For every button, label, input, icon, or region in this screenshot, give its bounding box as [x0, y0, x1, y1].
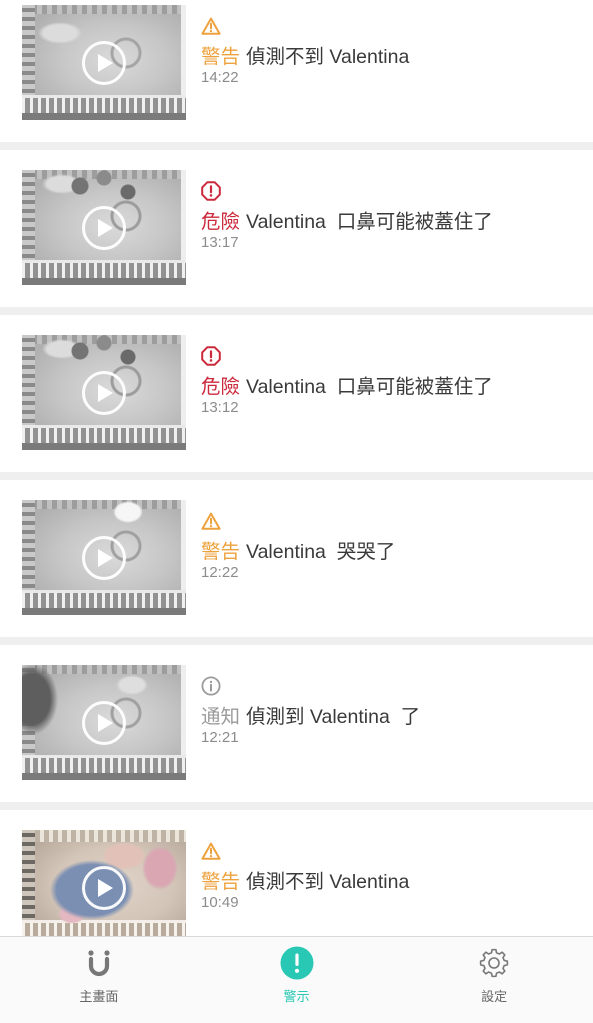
video-thumbnail[interactable]	[22, 830, 186, 936]
alert-icon	[280, 946, 313, 980]
alert-time: 14:22	[201, 69, 239, 86]
danger-icon	[201, 181, 221, 201]
video-thumbnail[interactable]	[22, 335, 186, 450]
alert-item[interactable]: 通知 偵測到 Valentina 了 12:21	[0, 645, 593, 802]
bottom-tab-bar: 主畫面 警示 設定	[0, 936, 593, 1023]
info-icon	[201, 676, 221, 696]
warning-icon	[201, 841, 221, 861]
danger-icon	[201, 346, 221, 366]
alert-time: 13:12	[201, 399, 239, 416]
alert-level-label: 通知	[201, 706, 241, 728]
alert-text: 危險 Valentina 口鼻可能被蓋住了	[201, 375, 493, 400]
alert-message: Valentina 口鼻可能被蓋住了	[246, 376, 493, 398]
alert-item[interactable]: 警告 偵測不到 Valentina 14:22	[0, 0, 593, 142]
video-thumbnail[interactable]	[22, 665, 186, 780]
warning-icon	[201, 16, 221, 36]
play-button[interactable]	[82, 205, 126, 250]
play-button[interactable]	[82, 865, 126, 910]
alert-text: 警告 偵測不到 Valentina	[201, 870, 409, 895]
alert-text: 警告 Valentina 哭哭了	[201, 540, 395, 565]
alert-level-label: 危險	[201, 211, 241, 233]
danger-icon	[201, 346, 221, 366]
video-thumbnail[interactable]	[22, 170, 186, 285]
alert-message: 偵測不到 Valentina	[246, 46, 410, 68]
alert-text: 警告 偵測不到 Valentina	[201, 45, 409, 70]
alert-text: 通知 偵測到 Valentina 了	[201, 705, 420, 730]
alert-time: 12:21	[201, 729, 239, 746]
alert-message: 偵測不到 Valentina	[246, 871, 410, 893]
play-button[interactable]	[82, 535, 126, 580]
home-icon	[82, 946, 116, 980]
alert-level-label: 警告	[201, 871, 241, 893]
alert-time: 12:22	[201, 564, 239, 581]
play-button[interactable]	[82, 700, 126, 745]
settings-icon	[480, 948, 509, 978]
warning-icon	[201, 511, 221, 531]
tab-label: 警示	[283, 989, 310, 1004]
alert-message: Valentina 口鼻可能被蓋住了	[246, 211, 493, 233]
alert-item[interactable]: 警告 偵測不到 Valentina 10:49	[0, 810, 593, 936]
alert-level-label: 警告	[201, 541, 241, 563]
settings-icon	[477, 946, 511, 980]
tab-label: 主畫面	[79, 989, 119, 1004]
alert-time: 13:17	[201, 234, 239, 251]
alert-text: 危險 Valentina 口鼻可能被蓋住了	[201, 210, 493, 235]
alert-level-label: 警告	[201, 46, 241, 68]
video-thumbnail[interactable]	[22, 500, 186, 615]
tab-alerts[interactable]: 警示	[198, 937, 396, 1023]
play-button[interactable]	[82, 40, 126, 85]
video-thumbnail[interactable]	[22, 5, 186, 120]
alert-item[interactable]: 危險 Valentina 口鼻可能被蓋住了 13:12	[0, 315, 593, 472]
danger-icon	[201, 181, 221, 201]
alert-message: Valentina 哭哭了	[246, 541, 396, 563]
alert-list-content: 警告 偵測不到 Valentina 14:22 危險 Valentina 口鼻可能被…	[0, 0, 593, 936]
alert-item[interactable]: 警告 Valentina 哭哭了 12:22	[0, 480, 593, 637]
alert-time: 10:49	[201, 894, 239, 911]
tab-label: 設定	[481, 989, 508, 1004]
alert-icon	[280, 946, 314, 980]
play-button[interactable]	[82, 370, 126, 415]
alert-item[interactable]: 危險 Valentina 口鼻可能被蓋住了 13:17	[0, 150, 593, 307]
warning-icon	[201, 512, 221, 530]
alert-level-label: 危險	[201, 376, 241, 398]
warning-icon	[201, 842, 221, 860]
info-icon	[201, 676, 221, 696]
warning-icon	[201, 17, 221, 35]
home-icon	[88, 950, 110, 977]
alert-message: 偵測到 Valentina 了	[246, 706, 421, 728]
alert-list[interactable]: 警告 偵測不到 Valentina 14:22 危險 Valentina 口鼻可能被…	[0, 0, 593, 936]
tab-home[interactable]: 主畫面	[0, 937, 198, 1023]
tab-settings[interactable]: 設定	[395, 937, 593, 1023]
